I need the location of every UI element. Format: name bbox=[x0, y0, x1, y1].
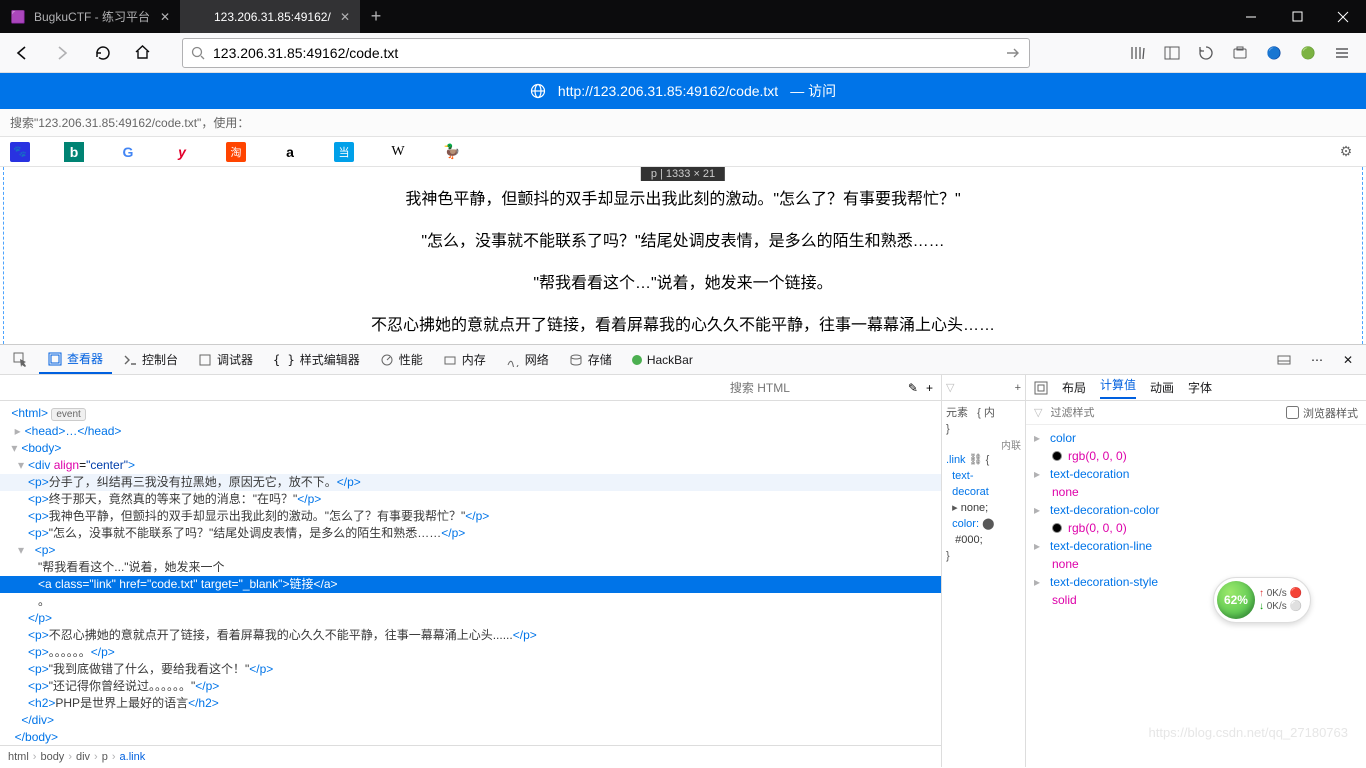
close-icon[interactable]: ✕ bbox=[340, 10, 350, 24]
toolbar: 🔵 🟢 bbox=[0, 33, 1366, 73]
minimize-button[interactable] bbox=[1228, 0, 1274, 33]
search-engines-row: 🐾 b G y 淘 a 当 W 🦆 ⚙ bbox=[0, 137, 1366, 167]
add-node-icon[interactable]: + bbox=[926, 381, 933, 395]
tab-inspector[interactable]: 查看器 bbox=[39, 345, 112, 374]
filter-input[interactable] bbox=[1050, 407, 1278, 419]
percentage-gauge: 62% bbox=[1217, 581, 1255, 619]
add-rule-icon[interactable]: + bbox=[1015, 382, 1021, 394]
tab-bugku[interactable]: 🟪 BugkuCTF - 练习平台 ✕ bbox=[0, 0, 180, 33]
history-icon[interactable] bbox=[1196, 43, 1216, 63]
edit-html-icon[interactable]: ✎ bbox=[908, 381, 918, 395]
url-bar[interactable] bbox=[182, 38, 1030, 68]
speed-rates: ↑ 0K/s 🔴 ↓ 0K/s ⚪ bbox=[1259, 587, 1302, 613]
engine-yahoo[interactable]: y bbox=[172, 142, 192, 162]
forward-button[interactable] bbox=[46, 37, 78, 69]
element-dimensions-badge: p | 1333 × 21 bbox=[641, 167, 725, 181]
html-search-input[interactable] bbox=[730, 381, 900, 395]
profile-icon[interactable]: 🔵 bbox=[1264, 43, 1284, 63]
back-button[interactable] bbox=[6, 37, 38, 69]
close-icon[interactable]: ✕ bbox=[160, 10, 170, 24]
computed-tabs: 布局 计算值 动画 字体 bbox=[1026, 375, 1366, 401]
window-controls bbox=[1228, 0, 1366, 33]
new-tab-button[interactable]: + bbox=[360, 0, 392, 33]
favicon-bugku: 🟪 bbox=[10, 9, 26, 25]
go-arrow-icon[interactable] bbox=[1005, 45, 1021, 61]
filter-icon: ▽ bbox=[1034, 406, 1042, 419]
search-with-text: 搜索"123.206.31.85:49162/code.txt"，使用： bbox=[10, 114, 249, 131]
engine-google[interactable]: G bbox=[118, 142, 138, 162]
home-button[interactable] bbox=[126, 37, 158, 69]
sidebar-icon[interactable] bbox=[1162, 43, 1182, 63]
tab-animations[interactable]: 动画 bbox=[1150, 379, 1174, 396]
globe-icon bbox=[530, 83, 546, 99]
tab-memory[interactable]: 内存 bbox=[434, 345, 495, 374]
favicon-blank bbox=[190, 9, 206, 25]
devtools-tabs: 查看器 控制台 调试器 { }样式编辑器 性能 内存 网络 存储 HackBar… bbox=[0, 345, 1366, 375]
tab-storage[interactable]: 存储 bbox=[560, 345, 621, 374]
browser-tabs: 🟪 BugkuCTF - 练习平台 ✕ 123.206.31.85:49162/… bbox=[0, 0, 1228, 33]
rules-pane: ▽ + 元素 { 内 } 内联 .link ⛓ { text- decorat … bbox=[942, 375, 1026, 767]
story-p3: "帮我看看这个…"说着，她发来一个链接。 bbox=[4, 269, 1362, 293]
menu-icon[interactable] bbox=[1332, 43, 1352, 63]
tab-network[interactable]: 网络 bbox=[497, 345, 558, 374]
tab-current[interactable]: 123.206.31.85:49162/ ✕ bbox=[180, 0, 360, 33]
visit-suggestion-bar[interactable]: http://123.206.31.85:49162/code.txt — 访问 bbox=[0, 73, 1366, 109]
screenshot-icon[interactable] bbox=[1230, 43, 1250, 63]
html-pane: ✎ + <html> event ▸<head>…</head> ▾<body>… bbox=[0, 375, 942, 767]
devtools: 查看器 控制台 调试器 { }样式编辑器 性能 内存 网络 存储 HackBar… bbox=[0, 344, 1366, 767]
tab-layout[interactable]: 布局 bbox=[1062, 379, 1086, 396]
computed-properties[interactable]: ▸color rgb(0, 0, 0) ▸text-decoration non… bbox=[1026, 425, 1366, 767]
engine-duckduckgo[interactable]: 🦆 bbox=[442, 142, 462, 162]
box-model-icon[interactable] bbox=[1034, 381, 1048, 395]
gear-icon[interactable]: ⚙ bbox=[1336, 142, 1356, 162]
reload-button[interactable] bbox=[86, 37, 118, 69]
visit-action: — 访问 bbox=[790, 81, 836, 101]
engine-taobao[interactable]: 淘 bbox=[226, 142, 246, 162]
search-with-row: 搜索"123.206.31.85:49162/code.txt"，使用： bbox=[0, 109, 1366, 137]
devtools-close-button[interactable]: ✕ bbox=[1334, 345, 1362, 374]
tab-style-editor[interactable]: { }样式编辑器 bbox=[264, 345, 369, 374]
browser-styles-checkbox[interactable]: 浏览器样式 bbox=[1286, 405, 1358, 421]
tab-fonts[interactable]: 字体 bbox=[1188, 379, 1212, 396]
filter-icon[interactable]: ▽ bbox=[946, 381, 954, 394]
toolbar-right: 🔵 🟢 bbox=[1128, 43, 1360, 63]
tab-console[interactable]: 控制台 bbox=[114, 345, 187, 374]
visit-url: http://123.206.31.85:49162/code.txt bbox=[558, 83, 778, 99]
page-content: p | 1333 × 21 我神色平静，但颤抖的双手却显示出我此刻的激动。"怎么… bbox=[3, 167, 1363, 344]
tab-computed[interactable]: 计算值 bbox=[1100, 376, 1136, 399]
tab-debugger[interactable]: 调试器 bbox=[189, 345, 262, 374]
computed-pane: 布局 计算值 动画 字体 ▽ 浏览器样式 ▸color rgb(0, 0, 0)… bbox=[1026, 375, 1366, 767]
search-icon bbox=[191, 46, 205, 60]
tab-label: 123.206.31.85:49162/ bbox=[214, 10, 331, 24]
html-tree[interactable]: <html> event ▸<head>…</head> ▾<body> ▾<d… bbox=[0, 401, 941, 745]
devtools-pane-button[interactable] bbox=[1268, 345, 1300, 374]
url-input[interactable] bbox=[213, 45, 997, 61]
html-search-bar: ✎ + bbox=[0, 375, 941, 401]
tab-label: BugkuCTF - 练习平台 bbox=[34, 8, 150, 25]
engine-wikipedia[interactable]: W bbox=[388, 142, 408, 162]
breadcrumb[interactable]: html› body› div› p› a.link bbox=[0, 745, 941, 767]
library-icon[interactable] bbox=[1128, 43, 1148, 63]
engine-bing[interactable]: b bbox=[64, 142, 84, 162]
maximize-button[interactable] bbox=[1274, 0, 1320, 33]
computed-filter-row: ▽ 浏览器样式 bbox=[1026, 401, 1366, 425]
engine-dangdang[interactable]: 当 bbox=[334, 142, 354, 162]
green-dot-icon[interactable]: 🟢 bbox=[1298, 43, 1318, 63]
devtools-more-button[interactable]: ⋯ bbox=[1302, 345, 1332, 374]
engine-baidu[interactable]: 🐾 bbox=[10, 142, 30, 162]
story-p4: 不忍心拂她的意就点开了链接，看着屏幕我的心久久不能平静，往事一幕幕涌上心头…… bbox=[4, 311, 1362, 335]
tab-performance[interactable]: 性能 bbox=[371, 345, 432, 374]
engine-amazon[interactable]: a bbox=[280, 142, 300, 162]
network-monitor-widget[interactable]: 62% ↑ 0K/s 🔴 ↓ 0K/s ⚪ bbox=[1213, 577, 1311, 623]
story-p1: 我神色平静，但颤抖的双手却显示出我此刻的激动。"怎么了？有事要我帮忙？" bbox=[4, 185, 1362, 209]
close-window-button[interactable] bbox=[1320, 0, 1366, 33]
tab-hackbar[interactable]: HackBar bbox=[623, 345, 702, 374]
pick-element-button[interactable] bbox=[4, 345, 37, 374]
story-p2: "怎么，没事就不能联系了吗？"结尾处调皮表情，是多么的陌生和熟悉…… bbox=[4, 227, 1362, 251]
titlebar: 🟪 BugkuCTF - 练习平台 ✕ 123.206.31.85:49162/… bbox=[0, 0, 1366, 33]
